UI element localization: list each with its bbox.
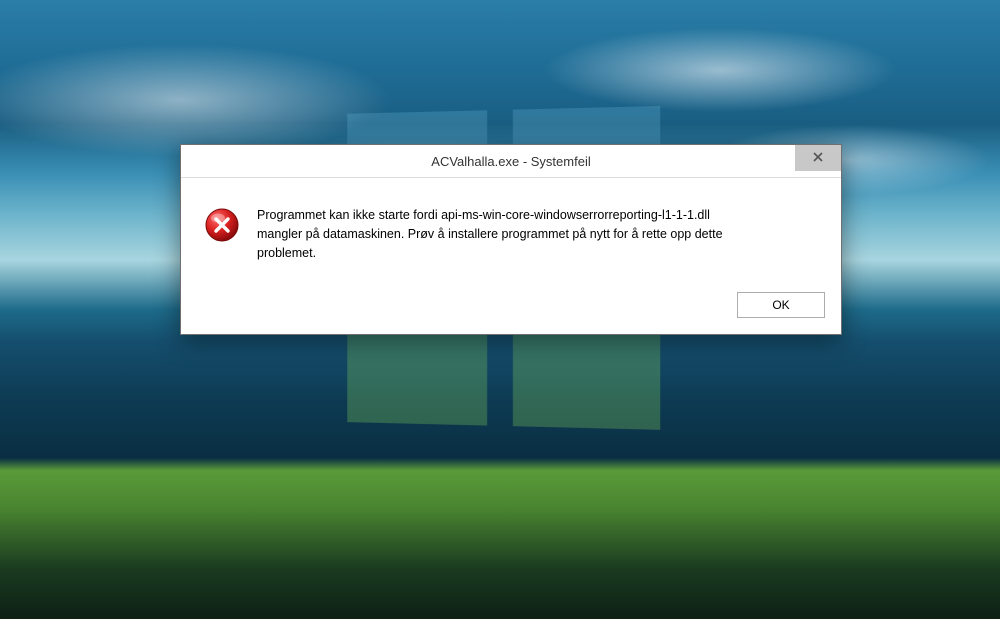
ok-button[interactable]: OK (737, 292, 825, 318)
dialog-footer: OK (181, 282, 841, 334)
dialog-title: ACValhalla.exe - Systemfeil (181, 154, 841, 169)
close-icon (813, 149, 823, 167)
dialog-body: Programmet kan ikke starte fordi api-ms-… (181, 178, 841, 282)
close-button[interactable] (795, 145, 841, 171)
dialog-titlebar[interactable]: ACValhalla.exe - Systemfeil (181, 145, 841, 178)
error-dialog: ACValhalla.exe - Systemfeil (180, 144, 842, 335)
error-icon (205, 208, 239, 242)
dialog-message: Programmet kan ikke starte fordi api-ms-… (257, 206, 757, 262)
